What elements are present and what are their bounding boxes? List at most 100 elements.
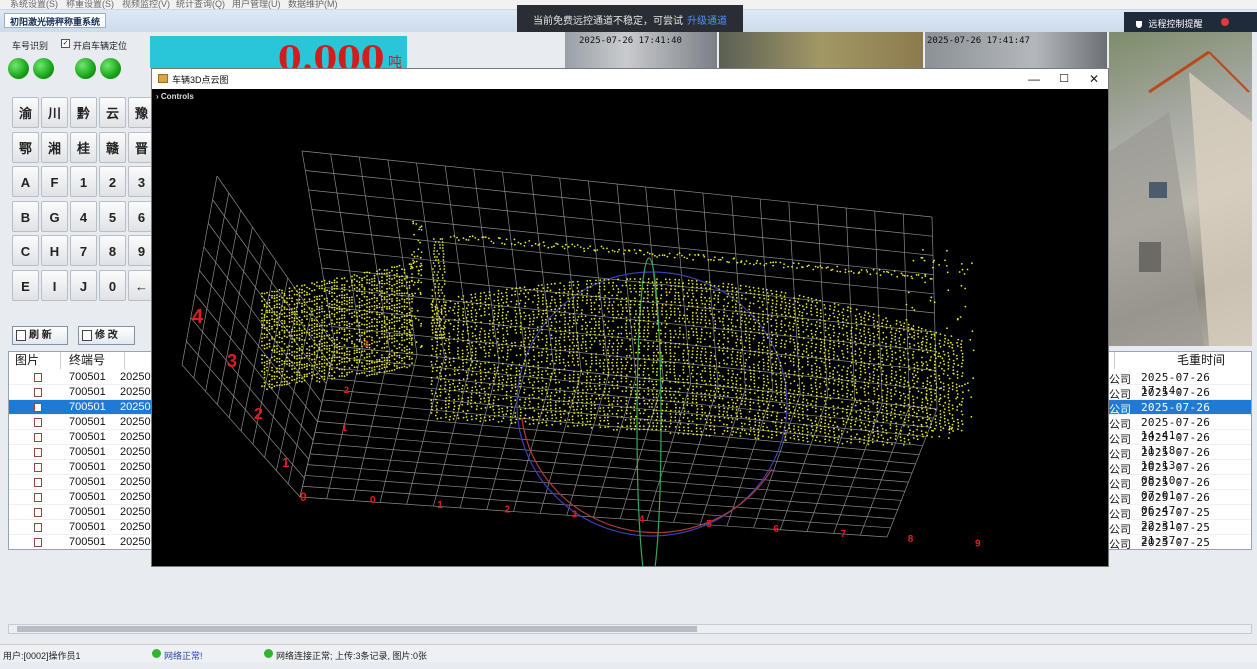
terminal-cell: 700501 [69, 461, 106, 473]
image-file-icon[interactable] [34, 523, 42, 532]
minimize-button[interactable]: — [1020, 70, 1048, 88]
keypad-key[interactable]: B [12, 200, 39, 232]
terminal-cell: 700501 [69, 491, 106, 503]
controls-toggle[interactable]: › Controls [152, 89, 1108, 103]
locate-checkbox[interactable]: ✓ [61, 39, 70, 48]
remote-control-alert[interactable]: 远程控制提醒 [1124, 12, 1257, 32]
x-axis-tick-label: 4 [639, 514, 645, 525]
status-connection: 网络连接正常; 上传:3条记录, 图片:0张 [276, 651, 428, 661]
code-cell: 20250 [120, 521, 151, 533]
image-file-icon[interactable] [34, 478, 42, 487]
keypad-key[interactable]: 4 [70, 200, 97, 232]
keypad-key[interactable]: 赣 [99, 131, 126, 163]
window-app-icon [158, 74, 168, 83]
refresh-icon [16, 330, 26, 341]
shield-icon [1136, 21, 1142, 28]
menu-item[interactable]: 称重设置(S) [66, 0, 114, 10]
keypad-key[interactable]: 5 [99, 200, 126, 232]
weight-display: 0.000 吨 [150, 36, 407, 79]
status-user: 用户:[0002]操作员1 [3, 651, 81, 661]
code-cell: 20250 [120, 371, 151, 383]
keypad-key[interactable]: 黔 [70, 97, 97, 128]
toast-message: 当前免费远控通道不稳定，可尝试 [533, 16, 683, 27]
side-wall-grid [181, 175, 336, 498]
edit-button[interactable]: 修 改 [78, 326, 135, 345]
keypad-key[interactable]: 0 [99, 269, 126, 301]
keypad-key[interactable]: 川 [41, 97, 68, 128]
column-header-terminal[interactable]: 终端号 [61, 352, 125, 369]
camera-view-2[interactable] [719, 32, 923, 68]
terminal-cell: 700501 [69, 416, 106, 428]
image-file-icon[interactable] [34, 373, 42, 382]
menu-item[interactable]: 系统设置(S) [10, 0, 58, 10]
upgrade-link[interactable]: 升级通道 [687, 16, 727, 27]
image-file-icon[interactable] [34, 388, 42, 397]
keypad-key[interactable]: 鄂 [12, 131, 39, 163]
controls-label: Controls [160, 92, 194, 101]
image-file-icon[interactable] [34, 418, 42, 427]
point-cloud-canvas[interactable]: 0 1 2 3 4 0 1 2 3 4 5 6 7 8 9 1 2 3 [152, 89, 1108, 566]
close-button[interactable]: ✕ [1080, 70, 1108, 88]
notification-dot [1221, 18, 1229, 26]
column-header-gross-time[interactable]: 毛重时间 [1115, 352, 1251, 369]
keypad-key[interactable]: E [12, 269, 39, 301]
menu-item[interactable]: 统计查询(Q) [176, 0, 225, 10]
horizontal-scrollbar[interactable] [8, 624, 1252, 634]
z-axis-tick-label: 1 [342, 423, 347, 433]
image-file-icon[interactable] [34, 433, 42, 442]
image-file-icon[interactable] [34, 448, 42, 457]
terminal-cell: 700501 [69, 476, 106, 488]
x-axis-tick-label: 0 [370, 495, 376, 506]
menu-item[interactable]: 数据维护(M) [288, 0, 338, 10]
keypad-key[interactable]: H [41, 235, 68, 266]
code-cell: 20250 [120, 416, 151, 428]
maximize-button[interactable]: ☐ [1050, 70, 1078, 88]
x-axis-tick-label: 5 [706, 519, 712, 530]
chevron-right-icon: › [156, 92, 159, 101]
gross-time-cell: 2025-07-25 21:27: [1141, 536, 1211, 549]
yard-scene [1109, 50, 1252, 346]
camera-timestamp: 2025-07-26 17:41:47 [927, 36, 1030, 46]
code-cell: 20250 [120, 401, 151, 413]
camera-view-3[interactable]: 2025-07-26 17:41:47 [925, 32, 1107, 68]
x-axis-tick-label: 3 [572, 510, 578, 521]
image-file-icon[interactable] [34, 403, 42, 412]
camera-view-1[interactable]: 2025-07-26 17:41:40 [565, 32, 717, 68]
point-cloud [261, 220, 975, 446]
keypad-key[interactable]: 1 [70, 166, 97, 197]
terminal-cell: 700501 [69, 431, 106, 443]
locate-label: 开启车辆定位 [73, 41, 128, 51]
keypad-key[interactable]: 渝 [12, 97, 39, 128]
y-axis-tick-label: 4 [192, 306, 204, 328]
code-cell: 20250 [120, 536, 151, 548]
keypad-key[interactable]: 湘 [41, 131, 68, 163]
keypad-key[interactable]: F [41, 166, 68, 197]
image-file-icon[interactable] [34, 508, 42, 517]
orbit-ring-red [521, 418, 773, 534]
column-header-image[interactable]: 图片 [9, 352, 61, 369]
window-title-bar[interactable]: 车辆3D点云图 — ☐ ✕ [152, 69, 1108, 89]
status-light [100, 58, 121, 79]
keypad-key[interactable]: A [12, 166, 39, 197]
menu-item[interactable]: 视频监控(V) [122, 0, 170, 10]
keypad-key[interactable]: J [70, 269, 97, 301]
keypad-key[interactable]: 2 [99, 166, 126, 197]
code-cell: 20250 [120, 476, 151, 488]
keypad-key[interactable]: 8 [99, 235, 126, 266]
image-file-icon[interactable] [34, 463, 42, 472]
refresh-button[interactable]: 刷 新 [12, 326, 68, 345]
image-file-icon[interactable] [34, 538, 42, 547]
image-file-icon[interactable] [34, 493, 42, 502]
keypad-key[interactable]: 桂 [70, 131, 97, 163]
terminal-cell: 700501 [69, 536, 106, 548]
keypad-key[interactable]: I [41, 269, 68, 301]
status-bar: 用户:[0002]操作员1 网络正常! 网络连接正常; 上传:3条记录, 图片:… [0, 644, 1257, 662]
camera-view-4[interactable] [1109, 32, 1252, 346]
scrollbar-thumb[interactable] [17, 626, 697, 632]
menu-item[interactable]: 用户管理(U) [232, 0, 281, 10]
keypad-key[interactable]: 云 [99, 97, 126, 128]
keypad-key[interactable]: 7 [70, 235, 97, 266]
keypad-key[interactable]: C [12, 235, 39, 266]
keypad-key[interactable]: G [41, 200, 68, 232]
status-light [33, 58, 54, 79]
